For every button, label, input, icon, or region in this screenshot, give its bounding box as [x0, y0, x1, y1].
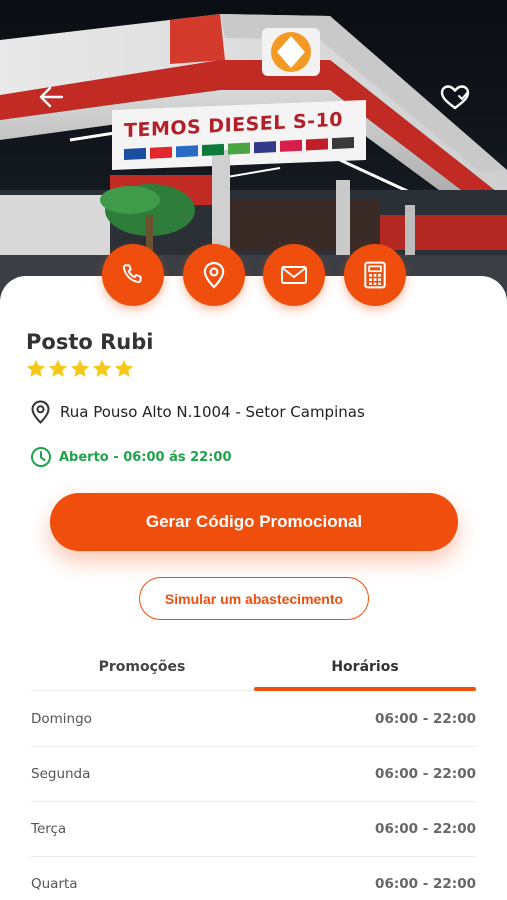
calculator-button[interactable]	[344, 244, 406, 306]
schedule-row: Quarta 06:00 - 22:00	[31, 857, 476, 900]
schedule-hours: 06:00 - 22:00	[375, 821, 476, 837]
schedule-row: Segunda 06:00 - 22:00	[31, 747, 476, 802]
address-row: Rua Pouso Alto N.1004 - Setor Campinas	[30, 400, 365, 424]
schedule-hours: 06:00 - 22:00	[375, 876, 476, 892]
station-details-card: Posto Rubi Rua Pouso Alto N.1004 - Setor…	[0, 276, 507, 900]
details-tabs: Promoções Horários	[31, 654, 476, 691]
location-button[interactable]	[183, 244, 245, 306]
contact-actions	[0, 244, 507, 308]
star-rating	[26, 359, 134, 378]
heart-icon	[440, 85, 470, 110]
star-icon	[114, 359, 134, 377]
phone-button[interactable]	[102, 244, 164, 306]
opening-schedule-list: Domingo 06:00 - 22:00 Segunda 06:00 - 22…	[31, 692, 476, 900]
email-button[interactable]	[263, 244, 325, 306]
arrow-left-icon	[39, 86, 64, 108]
tab-promocoes[interactable]: Promoções	[31, 654, 253, 691]
schedule-day: Segunda	[31, 766, 91, 782]
schedule-row: Terça 06:00 - 22:00	[31, 802, 476, 857]
schedule-hours: 06:00 - 22:00	[375, 711, 476, 727]
schedule-day: Quarta	[31, 876, 78, 892]
back-button[interactable]	[34, 80, 68, 114]
opening-hours-status: Aberto - 06:00 ás 22:00	[30, 446, 232, 468]
map-pin-icon	[31, 400, 50, 424]
star-icon	[70, 359, 90, 377]
star-icon	[48, 359, 68, 377]
phone-icon	[122, 264, 142, 284]
schedule-day: Terça	[31, 821, 67, 837]
station-address: Rua Pouso Alto N.1004 - Setor Campinas	[60, 403, 365, 421]
star-icon	[26, 359, 46, 377]
favorite-button[interactable]	[436, 78, 474, 116]
schedule-row: Domingo 06:00 - 22:00	[31, 692, 476, 747]
schedule-hours: 06:00 - 22:00	[375, 766, 476, 782]
calculator-icon	[364, 261, 386, 289]
open-status-text: Aberto - 06:00 ás 22:00	[59, 449, 232, 465]
clock-icon	[31, 447, 51, 467]
star-icon	[92, 359, 112, 377]
tab-horarios[interactable]: Horários	[254, 654, 476, 691]
map-pin-icon	[203, 261, 225, 289]
station-name: Posto Rubi	[26, 330, 154, 354]
simulate-refuel-button[interactable]: Simular um abastecimento	[139, 577, 369, 620]
schedule-day: Domingo	[31, 711, 92, 727]
mail-icon	[281, 266, 307, 284]
active-tab-indicator	[254, 687, 476, 691]
generate-promo-code-button[interactable]: Gerar Código Promocional	[50, 493, 458, 551]
